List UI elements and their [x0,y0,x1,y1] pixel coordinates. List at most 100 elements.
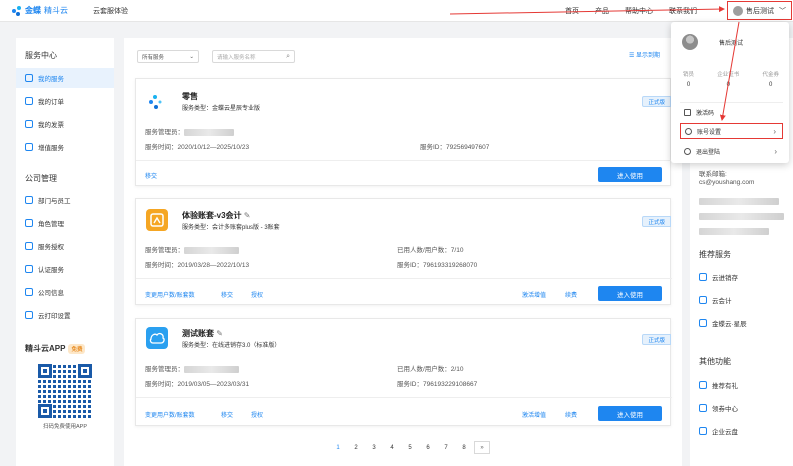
sidebar-item-label: 我的订单 [38,99,64,106]
redacted-value [184,246,239,254]
show-expired-toggle[interactable]: ☰ 显示到期 [629,50,660,59]
transfer-link[interactable]: 移交 [221,290,233,299]
services-icon [25,74,33,82]
user-dropdown: 售后测试 销员 0 企业证书 0 代金券 0 激活码 账号设置 › 退出登陆 › [671,22,789,163]
other-item-coupons[interactable]: 领券中心 [699,403,738,413]
sidebar-item-certification[interactable]: 认证服务 [16,259,114,279]
top-bar: 金蝶 精斗云 云套服体验 首页 产品 帮助中心 联系我们 售后测试 ﹀ [0,0,793,22]
sidebar-item-orders[interactable]: 我的订单 [16,91,114,111]
nav-home[interactable]: 首页 [565,6,579,16]
chevron-down-icon: ⌄ [189,53,194,60]
service-time: 服务时间：2019/03/05—2023/03/31 [145,381,250,388]
service-card: 测试账套 ✎ 服务类型：在线进销存3.0（标准版） 正式版 服务管理员： 已用人… [135,318,672,426]
service-filter-select[interactable]: 所有服务 ⌄ [137,50,199,63]
recommend-item-xingchen[interactable]: 金蝶云·星辰 [699,318,747,328]
printer-icon [25,311,33,319]
search-icon[interactable]: ⌕ [286,53,290,61]
renew-link[interactable]: 续费 [565,290,577,299]
page-1[interactable]: 1 [330,441,346,454]
transfer-link[interactable]: 移交 [221,410,233,419]
page-2[interactable]: 2 [348,441,364,454]
recommend-item-accounting[interactable]: 云会计 [699,295,732,305]
sidebar-item-label: 增值服务 [38,145,64,152]
recommend-title: 推荐服务 [699,250,731,259]
stat-value: 0 [686,82,691,88]
edit-icon[interactable]: ✎ [244,211,251,220]
page-4[interactable]: 4 [384,441,400,454]
next-page-button[interactable]: » [474,441,490,454]
page-7[interactable]: 7 [438,441,454,454]
sidebar-item-authorization[interactable]: 服务授权 [16,236,114,256]
stat-vouchers[interactable]: 代金券 0 [762,70,779,88]
sidebar-item-roles[interactable]: 角色管理 [16,213,114,233]
people-icon [25,196,33,204]
page-6[interactable]: 6 [420,441,436,454]
page-8[interactable]: 8 [456,441,472,454]
free-badge: 免费 [68,343,86,354]
authorize-link[interactable]: 授权 [251,410,263,419]
change-users-link[interactable]: 变更用户数/账套数 [145,290,195,299]
activation-code-item[interactable]: 激活码 [680,104,783,120]
email-label: 联系邮箱: [699,171,727,178]
stat-certificates[interactable]: 企业证书 0 [717,70,739,88]
activate-addon-link[interactable]: 激活增值 [522,290,546,299]
sidebar-item-label: 云打印设置 [38,313,71,320]
qr-code [38,364,92,418]
qr-caption: 扫码免费使用APP [42,424,87,430]
nav-help[interactable]: 帮助中心 [625,6,653,16]
service-search-input[interactable]: 请输入服务名称 ⌕ [212,50,295,63]
user-icon [685,127,692,135]
service-admin: 服务管理员： [145,126,234,136]
service-id: 服务ID：792569497607 [420,144,490,151]
top-nav: 首页 产品 帮助中心 联系我们 [565,6,697,16]
logo-text: 金蝶 [25,6,41,15]
other-label: 领券中心 [712,406,738,413]
nav-products[interactable]: 产品 [595,6,609,16]
role-icon [25,219,33,227]
sidebar-item-label: 角色管理 [38,221,64,228]
sidebar-item-label: 我的服务 [38,76,64,83]
page-3[interactable]: 3 [366,441,382,454]
other-item-cloud-drive[interactable]: 企业云盘 [699,426,738,436]
service-admin: 服务管理员： [145,363,239,373]
sidebar-item-invoices[interactable]: 我的发票 [16,114,114,134]
service-id: 服务ID：796193319268070 [397,262,478,269]
service-card: 体验账套-v3会计 ✎ 服务类型：会计多账套plus版 - 3账套 正式版 服务… [135,198,672,305]
enter-button[interactable]: 进入使用 [598,167,662,182]
recommend-label: 云进销存 [712,275,738,282]
cloud-drive-icon [699,427,707,435]
logo[interactable]: 金蝶 精斗云 [12,5,68,16]
sidebar-item-company-info[interactable]: 公司信息 [16,282,114,302]
renew-link[interactable]: 续费 [565,410,577,419]
authorize-link[interactable]: 授权 [251,290,263,299]
divider [136,160,672,161]
other-item-referral[interactable]: 推荐有礼 [699,380,738,390]
recommend-item-inventory[interactable]: 云进销存 [699,272,738,282]
user-menu-trigger[interactable]: 售后测试 ﹀ [727,1,792,20]
chevron-right-icon: › [773,126,776,136]
sidebar-item-value-added[interactable]: 增值服务 [16,137,114,157]
page-5[interactable]: 5 [402,441,418,454]
authorize-icon [25,242,33,250]
coupon-icon [699,404,707,412]
power-icon [684,147,691,155]
enter-button[interactable]: 进入使用 [598,406,662,421]
nav-contact[interactable]: 联系我们 [669,6,697,16]
stat-sales[interactable]: 销员 0 [683,70,694,88]
transfer-link[interactable]: 移交 [145,171,157,180]
account-settings-item[interactable]: 账号设置 › [680,123,783,139]
change-users-link[interactable]: 变更用户数/账套数 [145,410,195,419]
stat-value: 0 [726,82,730,88]
contact-email[interactable]: cs@youshang.com [699,179,754,186]
edit-icon[interactable]: ✎ [216,329,223,338]
logout-item[interactable]: 退出登陆 › [680,143,783,159]
sidebar-item-cloud-print[interactable]: 云打印设置 [16,305,114,325]
service-card: 零售 服务类型：金蝶云星辰专业版 正式版 服务管理员： 服务时间：2020/10… [135,78,672,186]
enter-button[interactable]: 进入使用 [598,286,662,301]
sidebar-item-my-services[interactable]: 我的服务 [16,68,114,88]
menu-label: 激活码 [696,110,715,117]
activate-addon-link[interactable]: 激活增值 [522,410,546,419]
sidebar-item-departments[interactable]: 部门与员工 [16,190,114,210]
service-type: 服务类型：在线进销存3.0（标准版） [182,343,281,349]
key-icon [684,108,691,116]
